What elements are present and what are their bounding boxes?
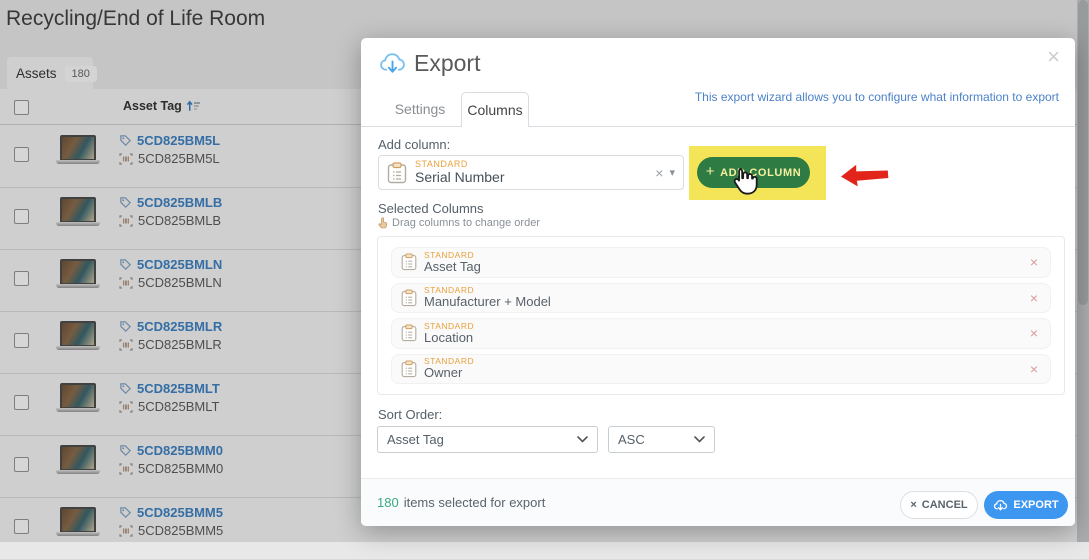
selected-column-value: Serial Number: [415, 170, 649, 185]
column-name: Owner: [424, 366, 1030, 380]
column-name: Manufacturer + Model: [424, 295, 1030, 309]
selected-column-item[interactable]: STANDARD Manufacturer + Model ×: [391, 283, 1051, 314]
clipboard-icon: [401, 253, 417, 271]
clipboard-icon: [387, 162, 407, 184]
modal-footer: 180items selected for export × CANCEL EX…: [361, 478, 1075, 526]
column-category-label: STANDARD: [424, 357, 1030, 366]
clipboard-icon: [401, 289, 417, 307]
column-name: Asset Tag: [424, 260, 1030, 274]
helper-text: This export wizard allows you to configu…: [695, 90, 1059, 104]
selected-columns-list: STANDARD Asset Tag × STANDARD Manufactur…: [377, 236, 1065, 395]
selected-column-item[interactable]: STANDARD Owner ×: [391, 354, 1051, 385]
modal-title: Export: [414, 50, 480, 77]
export-count: 180: [377, 495, 399, 510]
selected-column-item[interactable]: STANDARD Asset Tag ×: [391, 247, 1051, 278]
add-column-select[interactable]: STANDARD Serial Number × ▾: [378, 155, 684, 190]
cancel-button-label: CANCEL: [922, 499, 968, 511]
remove-column-icon[interactable]: ×: [1030, 255, 1038, 269]
sort-order-label: Sort Order:: [378, 407, 442, 422]
tab-settings[interactable]: Settings: [384, 92, 456, 126]
cursor-pointer-icon: [729, 166, 760, 197]
cloud-download-icon: [993, 499, 1008, 512]
chevron-down-icon: [577, 436, 588, 443]
drag-hand-icon: [378, 217, 388, 229]
dropdown-caret-icon[interactable]: ▾: [669, 166, 675, 179]
sort-field-select[interactable]: Asset Tag: [377, 426, 598, 453]
cloud-export-icon: [379, 51, 406, 76]
cancel-x-icon: ×: [910, 499, 916, 511]
arrow-annotation: [839, 156, 890, 193]
export-button[interactable]: EXPORT: [984, 491, 1068, 519]
column-category-label: STANDARD: [424, 251, 1030, 260]
column-category-label: STANDARD: [424, 322, 1030, 331]
cancel-button[interactable]: × CANCEL: [900, 491, 978, 519]
remove-column-icon[interactable]: ×: [1030, 291, 1038, 305]
selected-column-item[interactable]: STANDARD Location ×: [391, 318, 1051, 349]
remove-column-icon[interactable]: ×: [1030, 326, 1038, 340]
selected-columns-label: Selected Columns: [378, 201, 484, 216]
add-column-label: Add column:: [378, 137, 450, 152]
remove-column-icon[interactable]: ×: [1030, 362, 1038, 376]
plus-icon: +: [706, 163, 715, 180]
export-count-text: 180items selected for export: [377, 495, 545, 510]
close-icon[interactable]: ×: [1047, 46, 1060, 68]
clipboard-icon: [401, 360, 417, 378]
clear-selection-icon[interactable]: ×: [649, 165, 669, 181]
sort-direction-select[interactable]: ASC: [608, 426, 715, 453]
tab-columns[interactable]: Columns: [461, 92, 529, 127]
drag-hint: Drag columns to change order: [378, 217, 540, 229]
clipboard-icon: [401, 324, 417, 342]
export-modal: Export × This export wizard allows you t…: [361, 38, 1075, 526]
column-name: Location: [424, 331, 1030, 345]
chevron-down-icon: [694, 436, 705, 443]
export-button-label: EXPORT: [1013, 499, 1058, 511]
